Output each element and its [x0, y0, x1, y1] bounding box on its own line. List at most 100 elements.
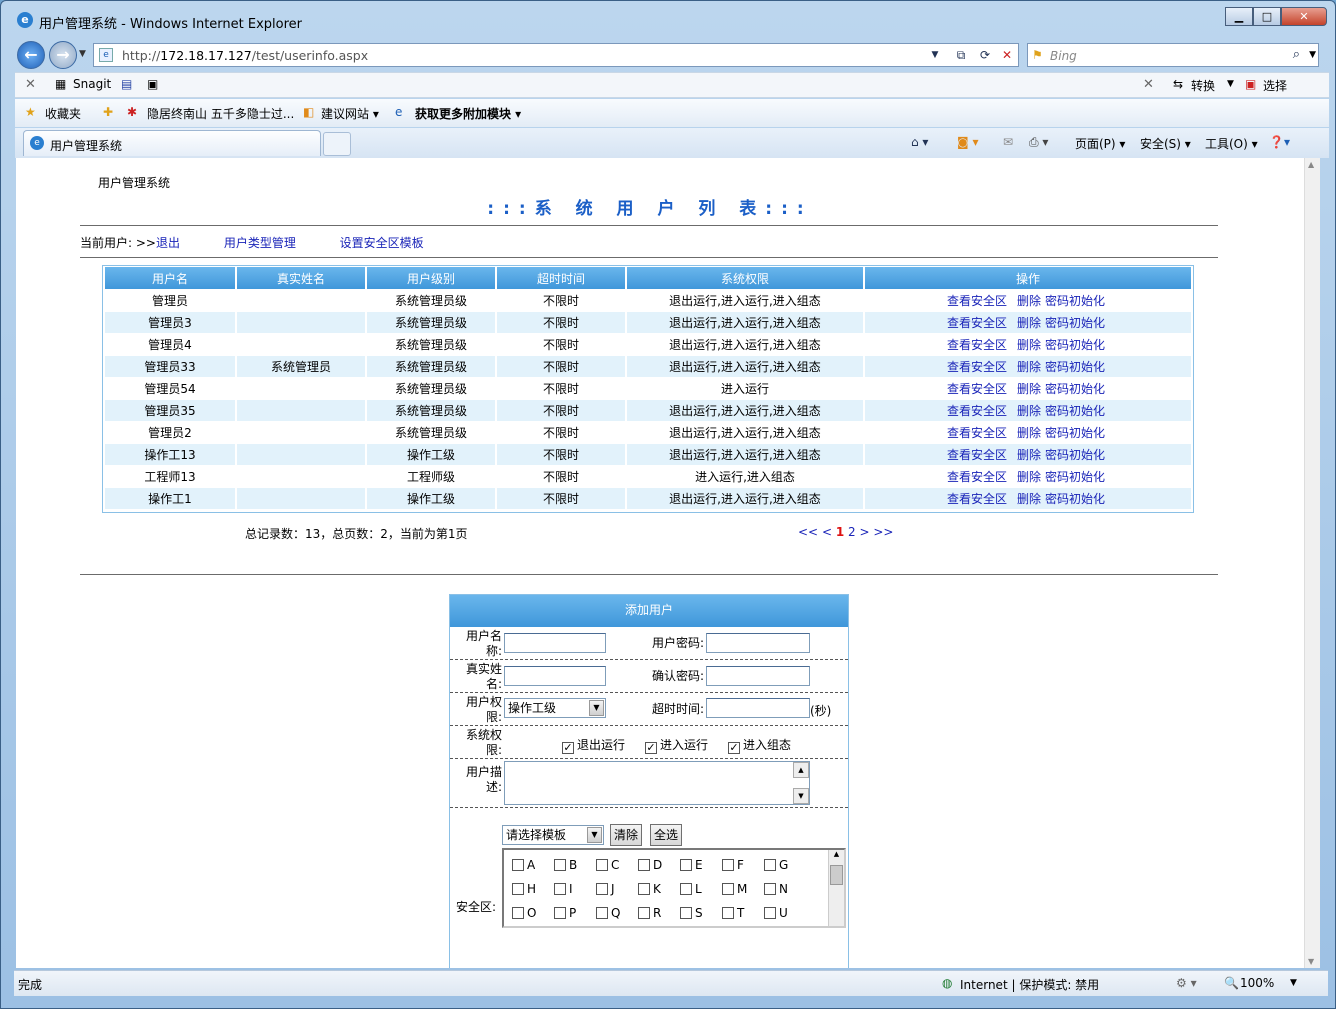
zone-checkbox-B[interactable]: B: [554, 858, 577, 872]
checkbox[interactable]: [764, 907, 776, 919]
view-zone-link[interactable]: 查看安全区: [947, 360, 1007, 374]
address-bar[interactable]: e http://172.18.17.127/test/userinfo.asp…: [93, 43, 1019, 67]
fav-link-2[interactable]: 建议网站 ▾: [321, 105, 379, 122]
fav-link-1[interactable]: 隐居终南山 五千多隐士过...: [147, 105, 294, 122]
feeds-icon[interactable]: ◙ ▾: [957, 135, 978, 149]
refresh-icon[interactable]: ⟳: [976, 46, 994, 64]
zone-checkbox-U[interactable]: U: [764, 906, 788, 920]
compat-view-icon[interactable]: ⧉: [952, 46, 970, 64]
reset-password-link[interactable]: 密码初始化: [1045, 404, 1105, 418]
delete-link[interactable]: 删除: [1017, 492, 1041, 506]
checkbox[interactable]: [680, 883, 692, 895]
user-type-link[interactable]: 用户类型管理: [224, 236, 296, 250]
zone-checkbox-N[interactable]: N: [764, 882, 788, 896]
reset-password-link[interactable]: 密码初始化: [1045, 492, 1105, 506]
minimize-button[interactable]: ▁: [1225, 7, 1253, 26]
zone-checkbox-F[interactable]: F: [722, 858, 744, 872]
view-zone-link[interactable]: 查看安全区: [947, 316, 1007, 330]
zone-checkbox-A[interactable]: A: [512, 858, 535, 872]
zone-checkbox-G[interactable]: G: [764, 858, 788, 872]
zone-checkbox-E[interactable]: E: [680, 858, 703, 872]
timeout-input[interactable]: [706, 698, 810, 718]
delete-link[interactable]: 删除: [1017, 426, 1041, 440]
select-button[interactable]: 选择: [1263, 77, 1287, 94]
select-all-button[interactable]: 全选: [650, 824, 683, 846]
checkbox[interactable]: [764, 859, 776, 871]
home-icon[interactable]: ⌂ ▾: [911, 135, 928, 149]
checkbox[interactable]: [596, 883, 608, 895]
convert-button[interactable]: 转换: [1191, 77, 1215, 94]
zone-checkbox-S[interactable]: S: [680, 906, 703, 920]
scroll-up-icon[interactable]: ▲: [793, 762, 809, 778]
convert-dropdown-icon[interactable]: ▼: [1227, 79, 1234, 89]
password-input[interactable]: [706, 633, 810, 653]
view-zone-link[interactable]: 查看安全区: [947, 294, 1007, 308]
protected-mode-icon[interactable]: ⚙ ▾: [1176, 976, 1197, 990]
print-icon[interactable]: ⎙ ▾: [1029, 135, 1048, 150]
level-select[interactable]: 操作工级 ▼: [504, 698, 606, 718]
search-box[interactable]: ⚑ Bing ⌕ ▼: [1027, 43, 1319, 67]
zoom-dropdown-icon[interactable]: ▼: [1290, 978, 1297, 988]
checkbox[interactable]: [638, 907, 650, 919]
help-icon[interactable]: ❓▾: [1269, 135, 1290, 149]
page-scrollbar[interactable]: ▲ ▼: [1304, 158, 1320, 968]
close-translate-icon[interactable]: ✕: [1143, 77, 1154, 92]
zone-checkbox-J[interactable]: J: [596, 882, 615, 896]
snagit-edit-icon[interactable]: ▣: [147, 77, 158, 91]
chevron-down-icon[interactable]: ▼: [587, 827, 602, 843]
new-tab-button[interactable]: [323, 132, 351, 156]
checkbox[interactable]: [680, 907, 692, 919]
search-dropdown-icon[interactable]: ▼: [1309, 50, 1316, 60]
back-button[interactable]: ←: [17, 41, 45, 69]
zone-checkbox-L[interactable]: L: [680, 882, 702, 896]
checkbox[interactable]: [554, 907, 566, 919]
view-zone-link[interactable]: 查看安全区: [947, 448, 1007, 462]
checkbox[interactable]: [722, 883, 734, 895]
history-dropdown-icon[interactable]: ▼: [79, 49, 86, 59]
logout-link[interactable]: 退出: [156, 236, 180, 250]
stop-icon[interactable]: ✕: [998, 46, 1016, 64]
pager-next[interactable]: >: [859, 525, 869, 539]
checkbox[interactable]: [596, 907, 608, 919]
checkbox[interactable]: ✓: [562, 742, 574, 754]
scroll-up-icon[interactable]: ▲: [1308, 160, 1314, 169]
favorites-button[interactable]: 收藏夹: [45, 105, 81, 122]
checkbox[interactable]: [722, 859, 734, 871]
delete-link[interactable]: 删除: [1017, 448, 1041, 462]
delete-link[interactable]: 删除: [1017, 382, 1041, 396]
zone-checkbox-T[interactable]: T: [722, 906, 744, 920]
tools-menu[interactable]: 工具(O) ▾: [1205, 135, 1258, 152]
realname-input[interactable]: [504, 666, 606, 686]
description-textarea[interactable]: ▲ ▼: [504, 761, 810, 805]
checkbox[interactable]: ✓: [728, 742, 740, 754]
close-toolbar-icon[interactable]: ✕: [25, 77, 36, 92]
scroll-up-icon[interactable]: ▲: [829, 850, 844, 864]
pager-prev[interactable]: <: [822, 525, 832, 539]
checkbox[interactable]: [638, 883, 650, 895]
zone-checkbox-D[interactable]: D: [638, 858, 662, 872]
delete-link[interactable]: 删除: [1017, 470, 1041, 484]
pager-first[interactable]: <<: [798, 525, 818, 539]
snagit-button[interactable]: Snagit: [73, 77, 111, 91]
reset-password-link[interactable]: 密码初始化: [1045, 294, 1105, 308]
zone-checkbox-M[interactable]: M: [722, 882, 747, 896]
delete-link[interactable]: 删除: [1017, 404, 1041, 418]
checkbox[interactable]: [554, 883, 566, 895]
checkbox[interactable]: [596, 859, 608, 871]
zone-checkbox-I[interactable]: I: [554, 882, 573, 896]
delete-link[interactable]: 删除: [1017, 360, 1041, 374]
scroll-thumb[interactable]: [830, 865, 843, 885]
scroll-down-icon[interactable]: ▼: [1308, 957, 1314, 966]
checkbox[interactable]: [512, 883, 524, 895]
reset-password-link[interactable]: 密码初始化: [1045, 426, 1105, 440]
pager-page-2[interactable]: 2: [848, 525, 856, 539]
address-dropdown-icon[interactable]: ▼: [926, 46, 944, 64]
perm-exit-run[interactable]: ✓ 退出运行: [562, 736, 625, 754]
reset-password-link[interactable]: 密码初始化: [1045, 316, 1105, 330]
close-button[interactable]: ✕: [1281, 7, 1327, 26]
chevron-down-icon[interactable]: ▼: [589, 700, 604, 716]
search-icon[interactable]: ⌕: [1293, 47, 1300, 62]
checkbox[interactable]: ✓: [645, 742, 657, 754]
zone-checkbox-P[interactable]: P: [554, 906, 576, 920]
scroll-down-icon[interactable]: ▼: [793, 788, 809, 804]
